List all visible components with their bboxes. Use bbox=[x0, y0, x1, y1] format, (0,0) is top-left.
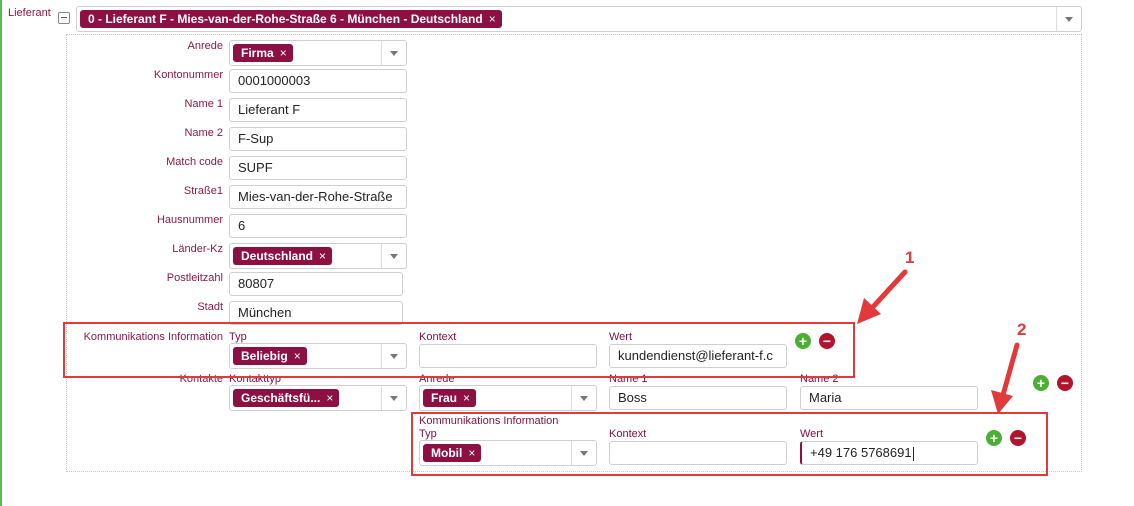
annotation-arrows bbox=[857, 269, 1020, 414]
arrow-2 bbox=[991, 342, 1020, 414]
arrow-1 bbox=[857, 269, 908, 324]
